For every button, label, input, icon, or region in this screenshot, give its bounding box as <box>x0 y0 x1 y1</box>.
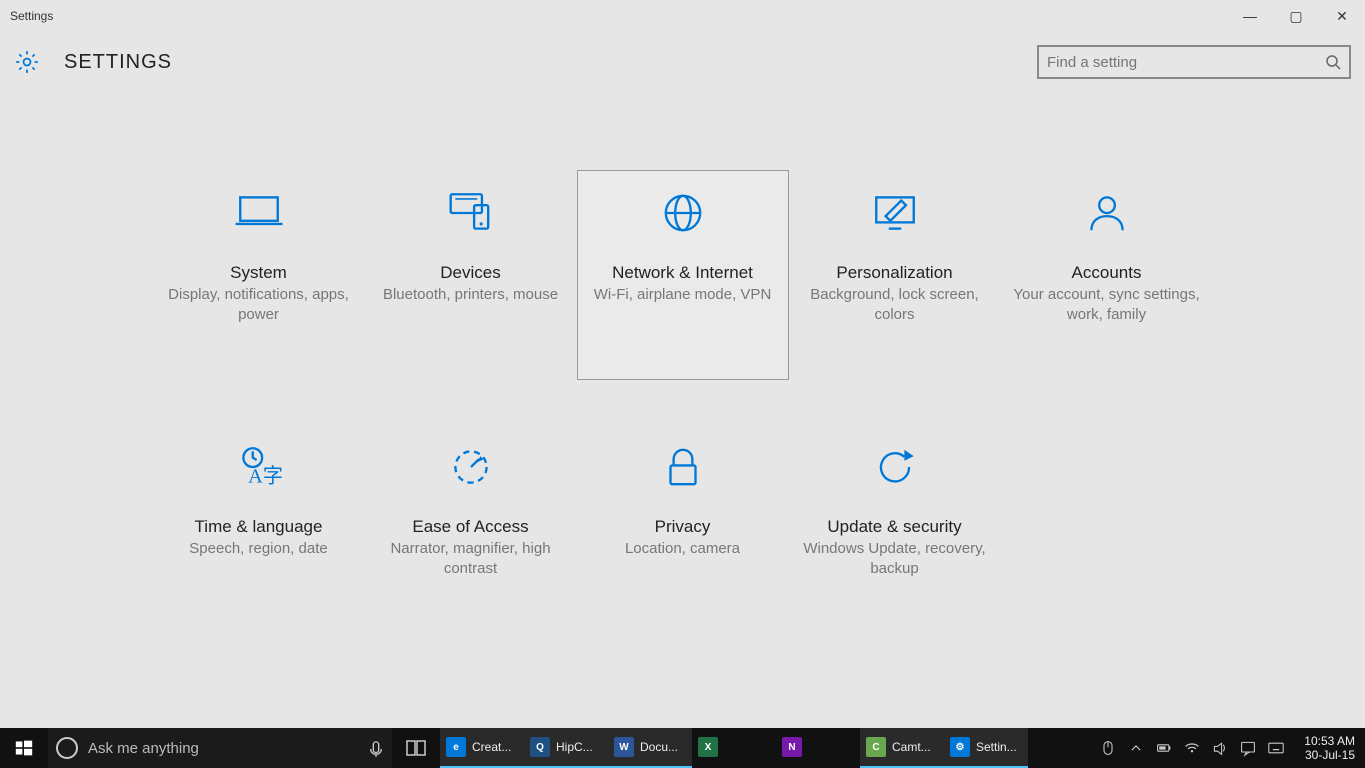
titlebar: Settings — ▢ ✕ <box>0 0 1365 32</box>
taskbar-app-hipchat[interactable]: Q HipC... <box>524 728 608 768</box>
taskbar-app-settings[interactable]: ⚙ Settin... <box>944 728 1028 768</box>
system-tray <box>1090 728 1294 768</box>
tile-time[interactable]: Time & languageSpeech, region, date <box>153 424 365 634</box>
settings-grid: SystemDisplay, notifications, apps, powe… <box>153 170 1213 634</box>
show-hidden-icons[interactable] <box>1128 740 1144 756</box>
camtasia-icon: C <box>866 737 886 757</box>
network-icon <box>651 181 715 245</box>
tile-title: Time & language <box>195 517 323 537</box>
personalization-icon <box>863 181 927 245</box>
mouse-tray-icon[interactable] <box>1100 740 1116 756</box>
tile-ease[interactable]: Ease of AccessNarrator, magnifier, high … <box>365 424 577 634</box>
update-icon <box>863 435 927 499</box>
taskbar-app-edge[interactable]: e Creat... <box>440 728 524 768</box>
clock-date: 30-Jul-15 <box>1305 748 1355 762</box>
excel-icon: X <box>698 737 718 757</box>
tile-devices[interactable]: DevicesBluetooth, printers, mouse <box>365 170 577 380</box>
tile-desc: Narrator, magnifier, high contrast <box>366 539 576 580</box>
tile-title: Devices <box>440 263 500 283</box>
tile-accounts[interactable]: AccountsYour account, sync settings, wor… <box>1001 170 1213 380</box>
tile-title: Accounts <box>1072 263 1142 283</box>
tile-desc: Speech, region, date <box>183 539 333 559</box>
battery-tray-icon[interactable] <box>1156 740 1172 756</box>
window-title: Settings <box>10 9 1227 23</box>
touch-keyboard-icon[interactable] <box>1268 740 1284 756</box>
maximize-button[interactable]: ▢ <box>1273 0 1319 32</box>
taskbar-search-placeholder: Ask me anything <box>88 740 358 757</box>
microphone-icon[interactable] <box>368 740 384 756</box>
minimize-button[interactable]: — <box>1227 0 1273 32</box>
accounts-icon <box>1075 181 1139 245</box>
clock-time: 10:53 AM <box>1304 734 1355 748</box>
tile-desc: Location, camera <box>619 539 746 559</box>
search-icon <box>1325 54 1341 70</box>
taskbar-app-excel[interactable]: X <box>692 728 776 768</box>
gear-icon <box>14 49 40 75</box>
taskbar-app-label: HipC... <box>556 740 593 754</box>
tile-network[interactable]: Network & InternetWi-Fi, airplane mode, … <box>577 170 789 380</box>
search-input[interactable] <box>1047 54 1325 71</box>
settings-icon: ⚙ <box>950 737 970 757</box>
privacy-icon <box>651 435 715 499</box>
start-button[interactable] <box>0 728 48 768</box>
tile-personalization[interactable]: PersonalizationBackground, lock screen, … <box>789 170 1001 380</box>
taskbar-app-label: Camt... <box>892 740 931 754</box>
ease-icon <box>439 435 503 499</box>
volume-tray-icon[interactable] <box>1212 740 1228 756</box>
tile-desc: Your account, sync settings, work, famil… <box>1002 285 1212 326</box>
tile-update[interactable]: Update & securityWindows Update, recover… <box>789 424 1001 634</box>
header: SETTINGS <box>0 32 1365 82</box>
tile-title: Ease of Access <box>412 517 528 537</box>
onenote-icon: N <box>782 737 802 757</box>
wifi-tray-icon[interactable] <box>1184 740 1200 756</box>
tile-title: System <box>230 263 287 283</box>
action-center-icon[interactable] <box>1240 740 1256 756</box>
taskbar-app-camtasia[interactable]: C Camt... <box>860 728 944 768</box>
tile-title: Privacy <box>655 517 711 537</box>
tile-desc: Wi-Fi, airplane mode, VPN <box>588 285 778 305</box>
taskbar-apps: e Creat... Q HipC... W Docu... X N C Camt... ⚙ Sett… <box>440 728 1028 768</box>
system-icon <box>227 181 291 245</box>
cortana-icon <box>56 737 78 759</box>
taskbar-app-onenote[interactable]: N <box>776 728 860 768</box>
devices-icon <box>439 181 503 245</box>
tile-desc: Bluetooth, printers, mouse <box>377 285 564 305</box>
time-icon <box>227 435 291 499</box>
tile-desc: Background, lock screen, colors <box>790 285 1000 326</box>
tile-privacy[interactable]: PrivacyLocation, camera <box>577 424 789 634</box>
search-box[interactable] <box>1037 45 1351 79</box>
taskbar-app-label: Creat... <box>472 740 511 754</box>
taskbar-app-word[interactable]: W Docu... <box>608 728 692 768</box>
taskbar-search[interactable]: Ask me anything <box>48 728 392 768</box>
close-button[interactable]: ✕ <box>1319 0 1365 32</box>
task-view-button[interactable] <box>392 728 440 768</box>
edge-icon: e <box>446 737 466 757</box>
tile-title: Network & Internet <box>612 263 753 283</box>
page-title: SETTINGS <box>64 51 1037 74</box>
hipchat-icon: Q <box>530 737 550 757</box>
taskbar-app-label: Docu... <box>640 740 678 754</box>
taskbar-app-label: Settin... <box>976 740 1017 754</box>
taskbar: Ask me anything e Creat... Q HipC... W Docu..… <box>0 728 1365 768</box>
tile-system[interactable]: SystemDisplay, notifications, apps, powe… <box>153 170 365 380</box>
tile-desc: Windows Update, recovery, backup <box>790 539 1000 580</box>
word-icon: W <box>614 737 634 757</box>
tile-title: Update & security <box>827 517 961 537</box>
taskbar-clock[interactable]: 10:53 AM 30-Jul-15 <box>1294 728 1365 768</box>
tile-title: Personalization <box>836 263 952 283</box>
tile-desc: Display, notifications, apps, power <box>154 285 364 326</box>
